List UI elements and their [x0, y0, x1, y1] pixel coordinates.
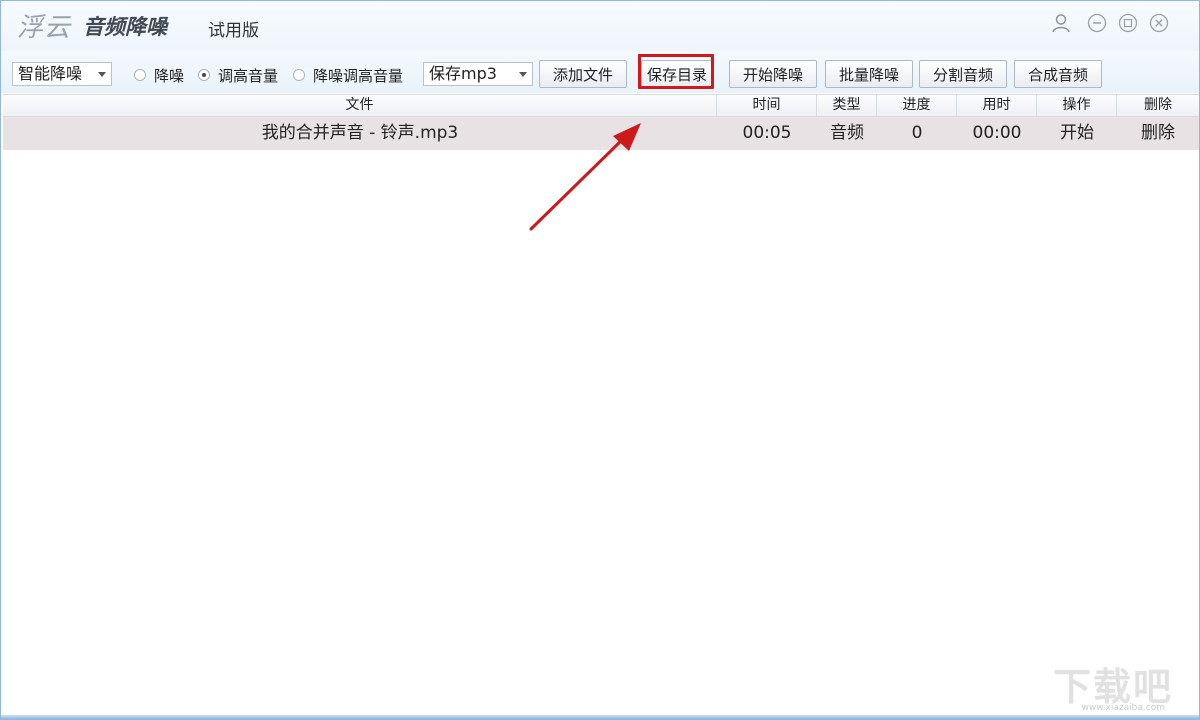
app-window: 浮云 音频降噪 试用版 智能降噪 降噪 调高音量 降噪调高音量 保存mp3 添加… [0, 0, 1200, 720]
annotation-arrow [529, 123, 641, 231]
window-bottom-border [1, 715, 1199, 719]
watermark-url: www.xiazaiba.com [1081, 703, 1165, 713]
